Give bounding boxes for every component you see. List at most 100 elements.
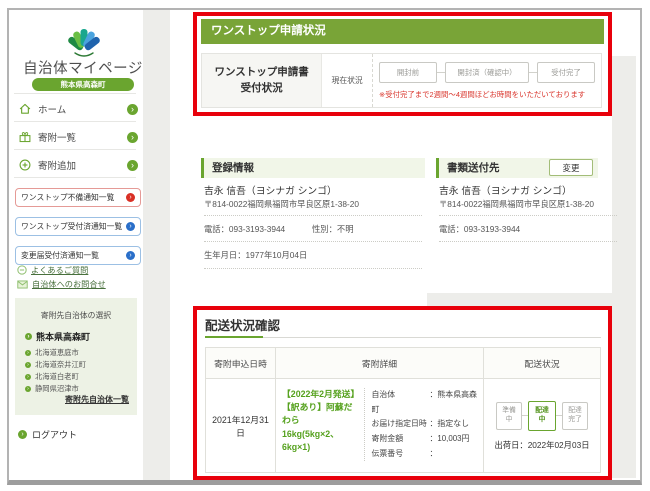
page: 自治体マイページ 熊本県高森町 ホーム › 寄附一覧 › 寄附追加 › ワンスト… [0, 0, 650, 491]
chevron-right-icon: › [126, 251, 135, 260]
sidebar-item-home[interactable]: ホーム › [18, 100, 138, 118]
column-header-detail: 寄附詳細 [276, 348, 484, 378]
chevron-right-icon: › [18, 430, 27, 439]
municipality-label: 静岡県沼津市 [35, 384, 79, 394]
registration-address: 〒814-0022福岡県福岡市早良区原1-38-20 [204, 198, 359, 210]
step-connector [529, 72, 537, 73]
step-delivered: 配達 完了 [562, 402, 588, 430]
registration-name: 吉永 信吾（ヨシナガ シンゴ） [204, 183, 337, 197]
municipality-selected[interactable]: › 熊本県高森町 [25, 330, 90, 343]
logout-button[interactable]: › ログアウト [18, 428, 77, 441]
link-label: 自治体へのお問合せ [32, 278, 106, 290]
chevron-right-icon: › [25, 386, 31, 392]
step-connector [437, 72, 445, 73]
onestop-accepted-notice-button[interactable]: ワンストップ受付済通知一覧 › [15, 217, 141, 236]
sidebar-item-label: 寄附追加 [38, 158, 76, 172]
step-preparing: 準備 中 [496, 402, 522, 430]
municipality-badge: 熊本県高森町 [32, 78, 134, 91]
registration-gender: 性別：不明 [312, 223, 354, 235]
divider [204, 268, 422, 269]
municipality-item[interactable]: › 北海道恵庭市 [25, 348, 79, 358]
shipping-table-header: 寄附申込日時 寄附詳細 配送状況 [206, 348, 600, 379]
title-underline-accent [205, 336, 263, 338]
step-label: 準備 [502, 407, 516, 416]
divider [14, 177, 136, 178]
donation-date-cell: 2021年12月31日 [206, 379, 276, 472]
municipality-item[interactable]: › 静岡県沼津市 [25, 384, 79, 394]
detail-key: 自治体 [372, 388, 430, 403]
divider [439, 215, 617, 216]
chevron-right-icon: › [25, 350, 31, 356]
plus-circle-icon [18, 158, 32, 172]
donation-detail-list: 自治体：熊本県高森町 お届け指定日時：指定なし 寄附金額：10,003円 伝票番… [372, 388, 477, 461]
shipping-table-row: 2021年12月31日 【2022年2月発送】【訳あり】阿蘇だわら 16kg(5… [206, 379, 600, 472]
municipality-label: 北海道奈井江町 [35, 360, 86, 370]
chevron-right-icon: › [25, 374, 31, 380]
divider [204, 215, 422, 216]
logo-icon [60, 24, 108, 58]
app-title: 自治体マイページ [14, 57, 152, 78]
detail-value: ：10,003円 [430, 434, 470, 443]
shipping-section-title: 配送状況確認 [205, 315, 280, 334]
sidebar-item-donation-list[interactable]: 寄附一覧 › [18, 128, 138, 146]
question-icon [17, 265, 27, 275]
onestop-note: ※受付完了まで2週間～4週間ほどお時間をいただいております [379, 89, 595, 100]
change-address-button[interactable]: 変更 [549, 159, 593, 176]
onestop-status-table: ワンストップ申請書 受付状況 現在状況 開封前 開封済（確認中） 受付完了 ※受… [201, 53, 602, 108]
step-label: 中 [539, 416, 546, 425]
detail-key: 伝票番号 [372, 447, 430, 462]
gift-icon [18, 130, 32, 144]
step-before-opening: 開封前 [379, 62, 437, 83]
municipality-selection-box: 寄附先自治体の選択 › 熊本県高森町 › 北海道恵庭市 › 北海道奈井江町 › … [15, 298, 137, 415]
shipped-date: 出荷日：2022年02月03日 [495, 439, 590, 451]
current-status-label: 現在状況 [322, 54, 373, 107]
chevron-right-icon: › [126, 193, 135, 202]
municipality-item[interactable]: › 北海道奈井江町 [25, 360, 86, 370]
onestop-steps-area: 開封前 開封済（確認中） 受付完了 ※受付完了まで2週間～4週間ほどお時間をいた… [373, 54, 601, 107]
mail-icon [17, 280, 28, 289]
change-accepted-notice-button[interactable]: 変更届受付済通知一覧 › [15, 246, 141, 265]
donation-detail-cell: 【2022年2月発送】【訳あり】阿蘇だわら 16kg(5kg×2、6kg×1) … [276, 379, 484, 472]
divider [14, 149, 136, 150]
municipality-item[interactable]: › 北海道白老町 [25, 372, 79, 382]
chevron-right-icon: › [25, 333, 32, 340]
step-accepted: 受付完了 [537, 62, 595, 83]
sidebar-item-add-donation[interactable]: 寄附追加 › [18, 156, 138, 174]
button-label: ワンストップ受付済通知一覧 [21, 221, 126, 232]
onestop-status-header: ワンストップ申請状況 [201, 19, 604, 44]
send-to-phone: 電話：093-3193-3944 [439, 223, 520, 235]
municipality-list-link[interactable]: 寄附先自治体一覧 [65, 394, 129, 405]
onestop-defect-notice-button[interactable]: ワンストップ不備通知一覧 › [15, 188, 141, 207]
sidebar-item-label: ホーム [38, 102, 66, 116]
registration-phone: 電話：093-3193-3944 [204, 223, 285, 235]
registration-birthday: 生年月日：1977年10月04日 [204, 249, 307, 261]
municipality-label: 北海道恵庭市 [35, 348, 79, 358]
chevron-right-icon: › [126, 222, 135, 231]
step-label: 完了 [568, 416, 582, 425]
faq-link[interactable]: よくあるご質問 [17, 264, 88, 276]
municipality-label: 北海道白老町 [35, 372, 79, 382]
contact-link[interactable]: 自治体へのお問合せ [17, 278, 106, 290]
button-label: 変更届受付済通知一覧 [21, 250, 126, 261]
step-label: 配達 [535, 407, 549, 416]
registration-info-header: 登録情報 [201, 158, 425, 178]
onestop-row-label: ワンストップ申請書 受付状況 [202, 54, 322, 107]
divider [205, 337, 601, 338]
chevron-right-icon: › [127, 132, 138, 143]
donation-date: 2021年12月31日 [206, 413, 275, 439]
shipping-status-cell: 準備 中 配達 中 配達 完了 出荷 [484, 379, 600, 472]
divider [439, 241, 617, 242]
right-margin [612, 56, 636, 478]
detail-key: 寄附金額 [372, 432, 430, 447]
product-link[interactable]: 【2022年2月発送】【訳あり】阿蘇だわら 16kg(5kg×2、6kg×1) [282, 388, 357, 461]
municipality-box-title: 寄附先自治体の選択 [15, 310, 137, 321]
municipality-label: 熊本県高森町 [36, 330, 90, 343]
section-gap [427, 293, 612, 307]
send-to-name: 吉永 信吾（ヨシナガ シンゴ） [439, 183, 572, 197]
home-icon [18, 102, 32, 116]
divider [14, 121, 136, 122]
column-header-date: 寄附申込日時 [206, 348, 276, 378]
detail-value: ： [430, 449, 438, 458]
onestop-row-label-line1: ワンストップ申請書 [215, 65, 309, 81]
shipping-table: 寄附申込日時 寄附詳細 配送状況 2021年12月31日 【2022年2月発送】… [205, 347, 601, 473]
